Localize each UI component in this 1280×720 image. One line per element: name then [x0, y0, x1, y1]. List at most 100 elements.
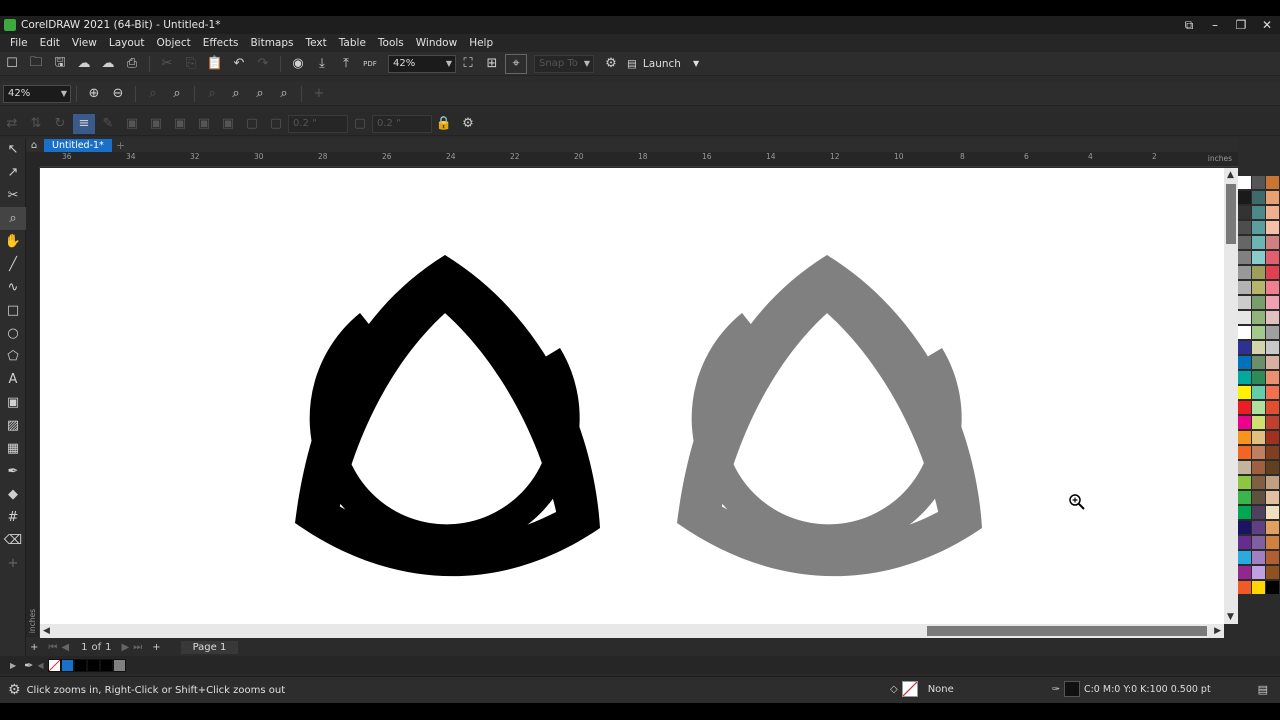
color-swatch[interactable]: [1238, 521, 1251, 534]
color-swatch[interactable]: [1266, 356, 1279, 369]
scroll-left-icon[interactable]: ◀: [37, 661, 43, 670]
weld-icon[interactable]: ▣: [169, 114, 191, 134]
color-swatch[interactable]: [1252, 521, 1265, 534]
outline-indicator[interactable]: ✑ C:0 M:0 Y:0 K:100 0.500 pt: [1052, 681, 1211, 697]
outline-width-field-1[interactable]: 0.2 ": [288, 114, 348, 133]
scroll-left-icon[interactable]: ◀: [43, 626, 50, 636]
color-swatch[interactable]: [1252, 386, 1265, 399]
zoom-all-icon[interactable]: ⌕: [166, 84, 188, 104]
color-swatch[interactable]: [1266, 386, 1279, 399]
color-swatch[interactable]: [1238, 236, 1251, 249]
color-swatch[interactable]: [1266, 236, 1279, 249]
restore-icon[interactable]: ⧉: [1176, 16, 1202, 34]
color-swatch[interactable]: [1266, 581, 1279, 594]
color-swatch[interactable]: [1252, 341, 1265, 354]
search-content-icon[interactable]: ◉: [287, 54, 309, 74]
eraser-tool-icon[interactable]: ⌫: [0, 529, 26, 552]
edit-icon[interactable]: ✎: [97, 114, 119, 134]
zoom-level-combo[interactable]: 42% ▼: [388, 54, 456, 73]
color-swatch[interactable]: [1238, 221, 1251, 234]
menu-object[interactable]: Object: [151, 37, 197, 49]
mirror-horizontal-icon[interactable]: ⇄: [1, 114, 23, 134]
triquetra-black[interactable]: [295, 255, 600, 577]
color-swatch[interactable]: [1238, 476, 1251, 489]
paste-icon[interactable]: 📋: [204, 54, 226, 74]
add-page-icon[interactable]: +: [30, 642, 38, 653]
zoom-out-icon[interactable]: ⊖: [107, 84, 129, 104]
color-swatch[interactable]: [1266, 536, 1279, 549]
horizontal-scrollbar[interactable]: ◀ ▶: [40, 624, 1224, 638]
color-settings-icon[interactable]: ▤: [1258, 683, 1268, 696]
vertical-ruler[interactable]: inches: [26, 167, 40, 637]
menu-view[interactable]: View: [66, 37, 103, 49]
pdf-icon[interactable]: PDF: [359, 54, 381, 74]
parallel-dimension-icon[interactable]: ▣: [0, 391, 26, 414]
undo-icon[interactable]: ↶: [228, 54, 250, 74]
color-swatch[interactable]: [1252, 416, 1265, 429]
color-swatch[interactable]: [1252, 446, 1265, 459]
color-swatch[interactable]: [1266, 341, 1279, 354]
first-page-icon[interactable]: ⏮: [48, 642, 57, 653]
cut-icon[interactable]: ✂: [156, 54, 178, 74]
color-swatch[interactable]: [1252, 176, 1265, 189]
add-tab-icon[interactable]: +: [116, 139, 125, 152]
color-swatch[interactable]: [1238, 191, 1251, 204]
mesh-fill-icon[interactable]: #: [0, 506, 26, 529]
color-swatch[interactable]: [1238, 296, 1251, 309]
zoom-selected-icon[interactable]: ⌕: [142, 84, 164, 104]
open-icon[interactable]: 🗀: [25, 54, 47, 74]
color-swatch[interactable]: [1252, 221, 1265, 234]
cloud-share-icon[interactable]: ☁: [97, 54, 119, 74]
color-swatch[interactable]: [1252, 251, 1265, 264]
color-swatch[interactable]: [1252, 401, 1265, 414]
menu-bitmaps[interactable]: Bitmaps: [244, 37, 299, 49]
trim-icon[interactable]: ▣: [193, 114, 215, 134]
color-swatch[interactable]: [1252, 431, 1265, 444]
scroll-down-icon[interactable]: ▼: [1227, 612, 1234, 622]
corner-radius-icon[interactable]: ▢: [349, 114, 371, 134]
ellipse-tool-icon[interactable]: ○: [0, 322, 26, 345]
launch-button[interactable]: ▤ Launch ▼: [627, 58, 699, 70]
snap-settings-icon[interactable]: ⌖: [505, 53, 527, 74]
menu-effects[interactable]: Effects: [197, 37, 245, 49]
color-swatch[interactable]: [1238, 371, 1251, 384]
next-page-icon[interactable]: ▶: [121, 642, 129, 653]
redo-icon[interactable]: ↷: [252, 54, 274, 74]
vertical-scrollbar[interactable]: ▲ ▼: [1224, 168, 1238, 624]
color-swatch[interactable]: [1238, 506, 1251, 519]
color-swatch[interactable]: [1252, 476, 1265, 489]
full-screen-icon[interactable]: ⛶: [457, 54, 479, 74]
show-rulers-icon[interactable]: ⊞: [481, 54, 503, 74]
color-swatch[interactable]: [1252, 191, 1265, 204]
align-icon[interactable]: ≡: [73, 113, 95, 134]
freehand-tool-icon[interactable]: ╱: [0, 253, 26, 276]
page-tab-1[interactable]: Page 1: [180, 640, 239, 654]
color-swatch[interactable]: [1266, 176, 1279, 189]
menu-help[interactable]: Help: [463, 37, 499, 49]
prev-page-icon[interactable]: ◀: [61, 642, 69, 653]
scroll-right-icon[interactable]: ▶: [1214, 626, 1221, 636]
color-swatch[interactable]: [1238, 416, 1251, 429]
snap-to-combo[interactable]: Snap To ▼: [534, 54, 594, 73]
color-swatch[interactable]: [1238, 446, 1251, 459]
polygon-tool-icon[interactable]: ⬠: [0, 345, 26, 368]
horizontal-scroll-thumb[interactable]: [927, 626, 1207, 636]
swatch-black[interactable]: [86, 658, 100, 672]
color-swatch[interactable]: [1266, 311, 1279, 324]
intersect-icon[interactable]: ▣: [217, 114, 239, 134]
drop-shadow-icon[interactable]: ▨: [0, 414, 26, 437]
color-swatch[interactable]: [1252, 371, 1265, 384]
copy-icon[interactable]: ⎘: [180, 54, 202, 74]
color-swatch[interactable]: [1238, 266, 1251, 279]
color-swatch[interactable]: [1266, 371, 1279, 384]
color-swatch[interactable]: [1252, 536, 1265, 549]
color-swatch[interactable]: [1266, 431, 1279, 444]
color-swatch[interactable]: [1252, 296, 1265, 309]
pick-tool-icon[interactable]: ↖: [0, 138, 26, 161]
color-swatch[interactable]: [1252, 491, 1265, 504]
color-swatch[interactable]: [1238, 311, 1251, 324]
gear-icon[interactable]: ⚙: [600, 54, 622, 74]
outline-width-field-2[interactable]: 0.2 ": [372, 114, 432, 133]
close-button[interactable]: ✕: [1254, 16, 1280, 34]
color-swatch[interactable]: [1252, 506, 1265, 519]
